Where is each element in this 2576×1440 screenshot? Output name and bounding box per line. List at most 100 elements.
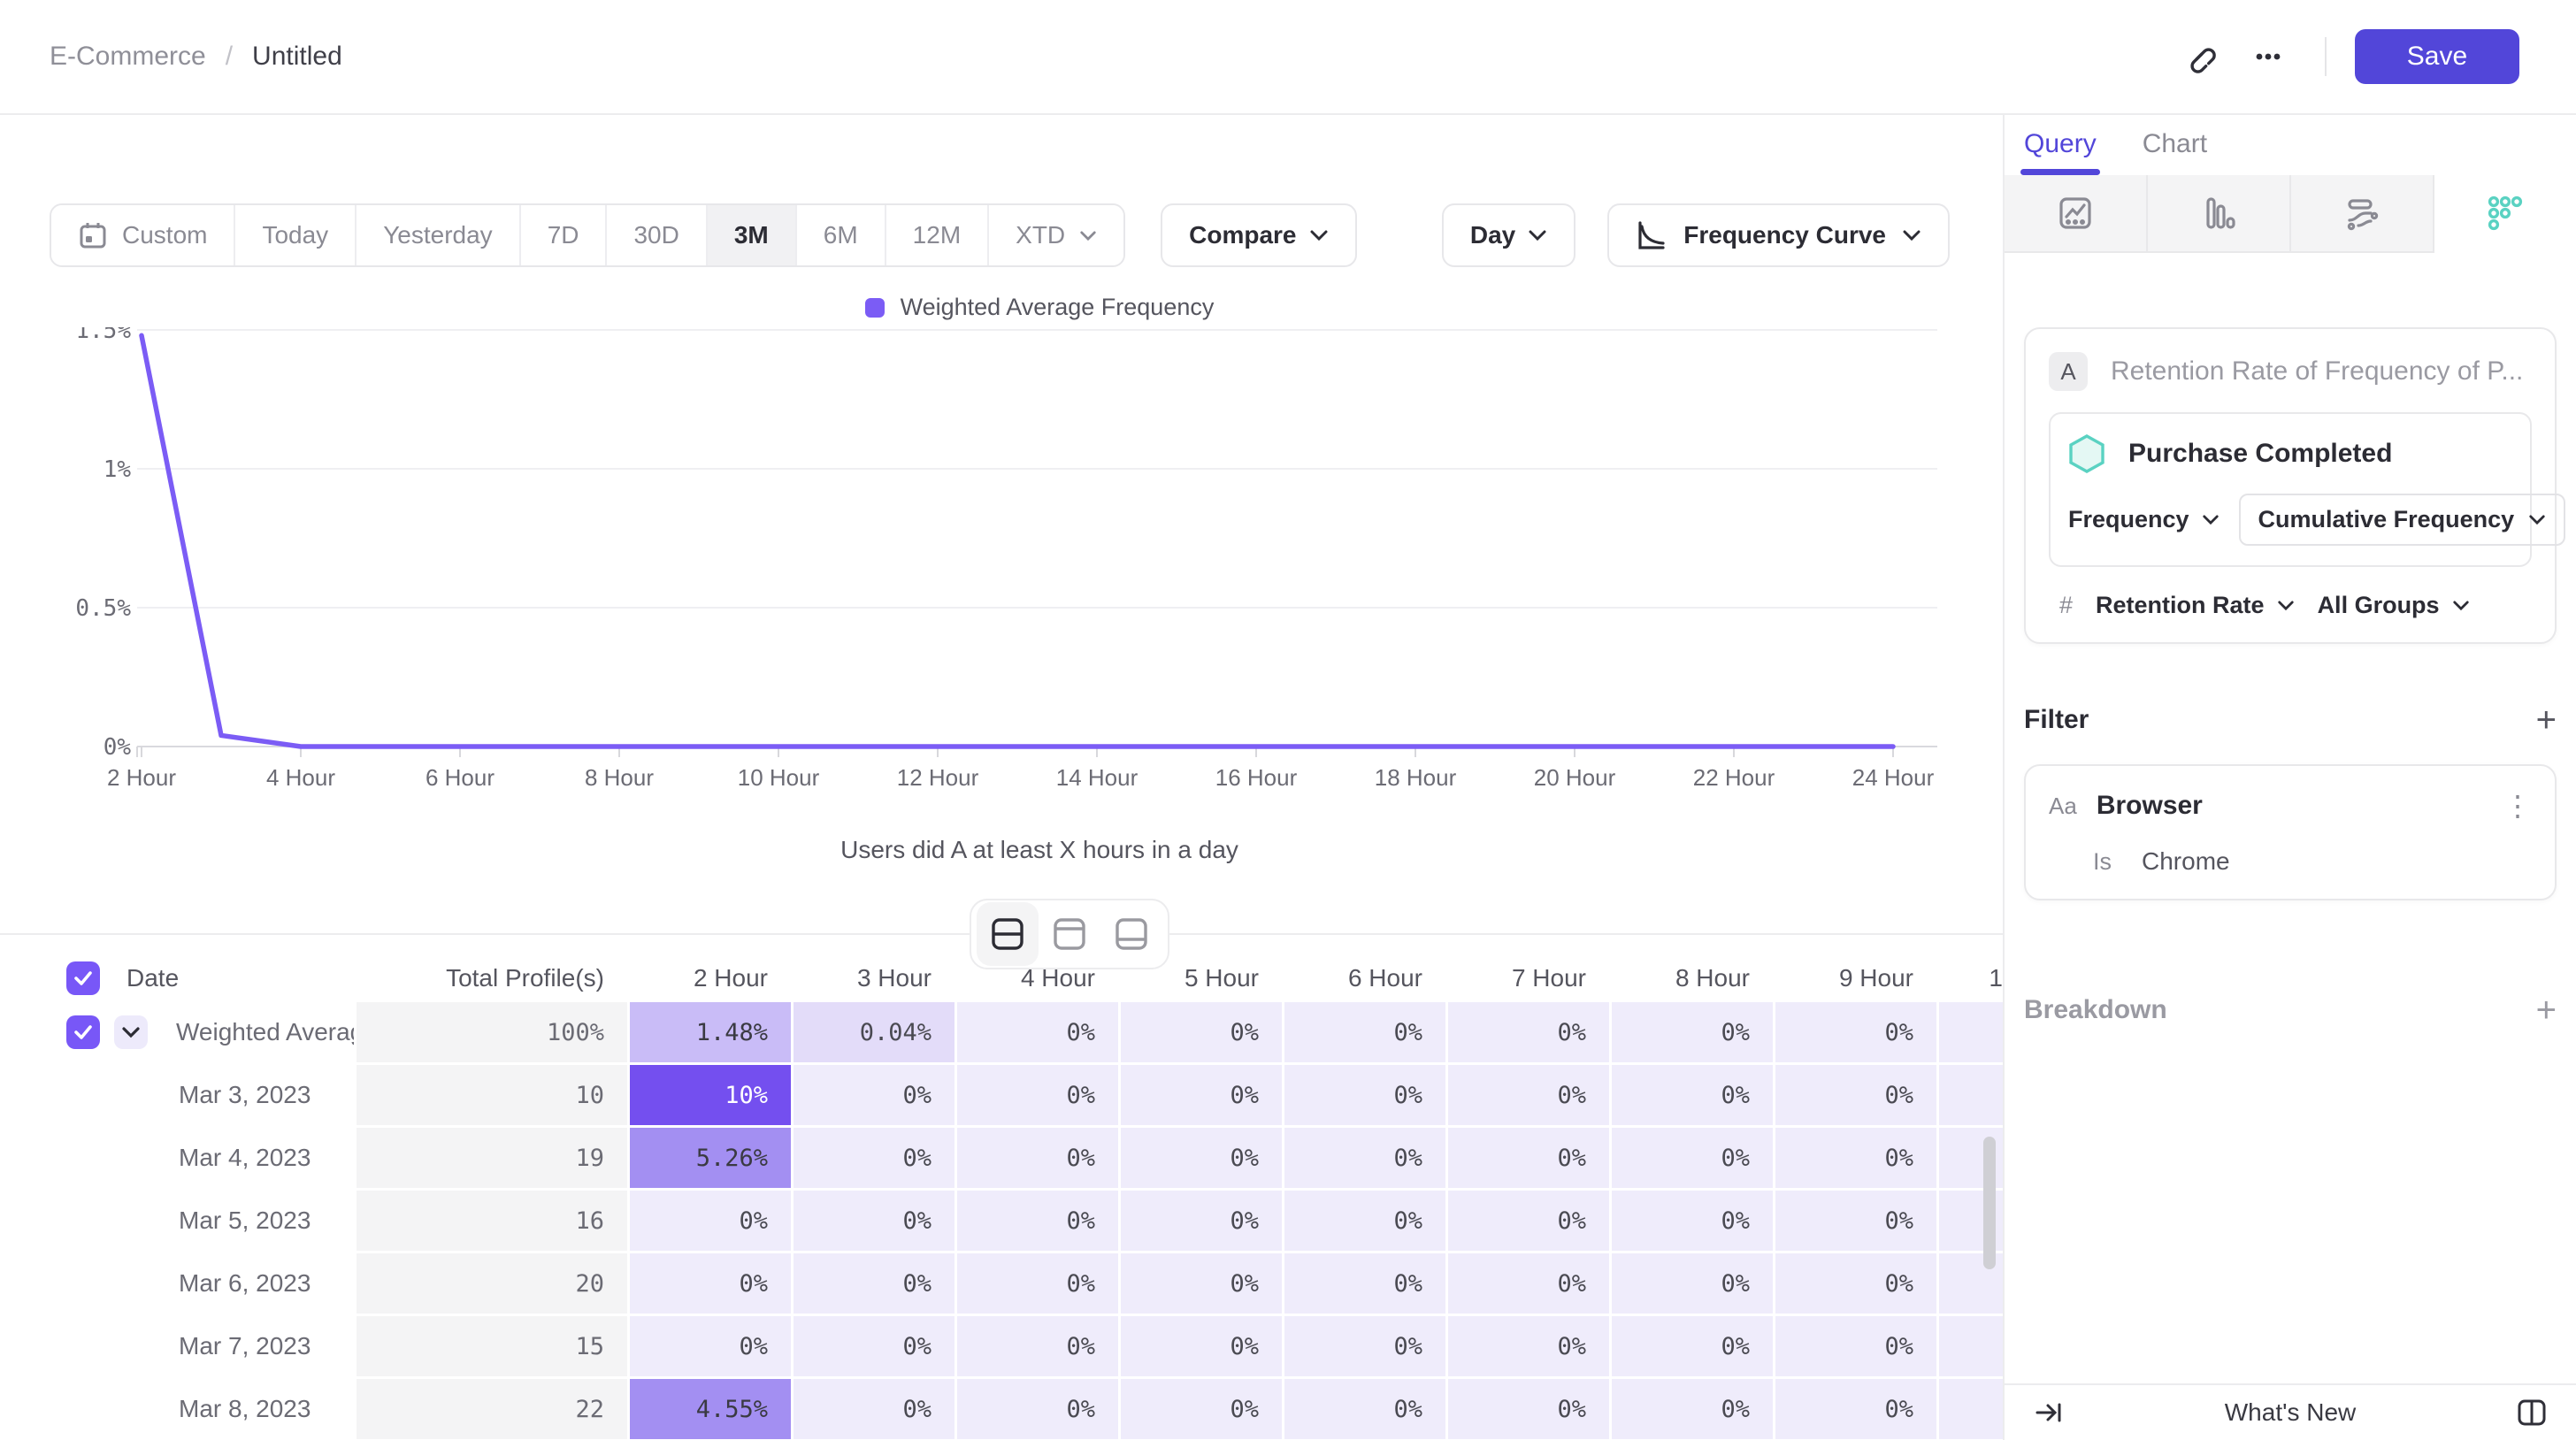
retention-cell[interactable]: 0%	[1284, 1379, 1445, 1439]
retention-cell[interactable]: 0%	[1612, 1065, 1773, 1125]
retention-cell[interactable]: 0.04%	[794, 1002, 954, 1062]
retention-cell[interactable]: 0%	[1284, 1316, 1445, 1376]
retention-cell[interactable]: 0%	[1121, 1191, 1282, 1251]
retention-cell[interactable]: 0%	[794, 1065, 954, 1125]
retention-cell[interactable]: 0%	[957, 1002, 1118, 1062]
retention-cell[interactable]: 0%	[1612, 1379, 1773, 1439]
breadcrumb-report-title[interactable]: Untitled	[252, 42, 342, 72]
event-selector[interactable]: Purchase Completed	[2068, 433, 2512, 474]
select-all-checkbox[interactable]	[66, 961, 100, 995]
groups-dropdown[interactable]: All Groups	[2318, 592, 2470, 619]
column-header[interactable]: 10 Hour	[1939, 964, 2003, 992]
column-header[interactable]: Total Profile(s)	[356, 964, 627, 992]
retention-cell[interactable]: 0%	[1612, 1253, 1773, 1314]
retention-cell[interactable]: 0%	[1448, 1253, 1609, 1314]
retention-cell[interactable]: 0%	[1775, 1002, 1936, 1062]
flow-chart-type-icon[interactable]	[2291, 175, 2434, 253]
range-3m[interactable]: 3M	[708, 205, 797, 265]
granularity-dropdown[interactable]: Day	[1442, 203, 1576, 267]
range-custom[interactable]: Custom	[51, 205, 235, 265]
collapse-sidebar-icon[interactable]	[2028, 1391, 2070, 1434]
retention-cell[interactable]: 0%	[1939, 1002, 2003, 1062]
column-header[interactable]: Date	[0, 961, 354, 995]
retention-cell[interactable]: 0%	[794, 1128, 954, 1188]
row-expander-chevron[interactable]	[114, 1015, 148, 1049]
chart-mode-dropdown[interactable]: Frequency Curve	[1607, 203, 1950, 267]
retention-cell[interactable]: 0%	[1121, 1253, 1282, 1314]
tab-chart[interactable]: Chart	[2143, 129, 2207, 175]
retention-cell[interactable]: 0%	[1284, 1191, 1445, 1251]
retention-cell[interactable]: 0%	[957, 1316, 1118, 1376]
range-today[interactable]: Today	[235, 205, 356, 265]
table-row[interactable]: Mar 6, 2023200%0%0%0%0%0%0%0%0%	[0, 1253, 2003, 1314]
tab-query[interactable]: Query	[2024, 129, 2097, 175]
retention-cell[interactable]: 0%	[1775, 1316, 1936, 1376]
column-header[interactable]: 6 Hour	[1284, 964, 1445, 992]
column-header[interactable]: 3 Hour	[794, 964, 954, 992]
retention-cell[interactable]: 0%	[1612, 1002, 1773, 1062]
more-options-icon[interactable]	[2240, 28, 2296, 85]
retention-cell[interactable]: 0%	[630, 1253, 791, 1314]
retention-cell[interactable]: 5.26%	[630, 1128, 791, 1188]
column-header[interactable]: 8 Hour	[1612, 964, 1773, 992]
table-row[interactable]: Mar 7, 2023150%0%0%0%0%0%0%0%0%	[0, 1316, 2003, 1376]
breadcrumb-project[interactable]: E-Commerce	[50, 42, 206, 72]
retention-cell[interactable]: 0%	[1612, 1191, 1773, 1251]
table-row[interactable]: Weighted Average ...100%1.48%0.04%0%0%0%…	[0, 1002, 2003, 1062]
filter-value[interactable]: Chrome	[2142, 847, 2230, 876]
retention-cell[interactable]: 0%	[1284, 1128, 1445, 1188]
retention-cell[interactable]: 0%	[1612, 1316, 1773, 1376]
retention-cell[interactable]: 0%	[957, 1128, 1118, 1188]
column-header[interactable]: 2 Hour	[630, 964, 791, 992]
retention-cell[interactable]: 0%	[1775, 1065, 1936, 1125]
retention-cell[interactable]: 0%	[1448, 1128, 1609, 1188]
retention-cell[interactable]: 0%	[794, 1191, 954, 1251]
compare-button[interactable]: Compare	[1161, 203, 1356, 267]
retention-cell[interactable]: 0%	[1448, 1191, 1609, 1251]
frequency-type-dropdown[interactable]: Cumulative Frequency	[2239, 494, 2566, 546]
retention-cell[interactable]: 0%	[630, 1316, 791, 1376]
range-7d[interactable]: 7D	[521, 205, 608, 265]
retention-cell[interactable]: 0%	[1284, 1002, 1445, 1062]
split-view-toggle[interactable]	[977, 902, 1039, 966]
retention-cell[interactable]: 0%	[957, 1065, 1118, 1125]
retention-cell[interactable]: 0%	[957, 1253, 1118, 1314]
retention-cell[interactable]: 0%	[1448, 1065, 1609, 1125]
retention-cell[interactable]: 0%	[1939, 1065, 2003, 1125]
filter-property[interactable]: Browser	[2097, 791, 2484, 821]
save-button[interactable]: Save	[2355, 29, 2519, 84]
retention-cell[interactable]: 0%	[794, 1379, 954, 1439]
retention-cell[interactable]: 0%	[1775, 1379, 1936, 1439]
insights-chart-type-icon[interactable]	[2005, 175, 2148, 253]
retention-chart-type-icon[interactable]	[2434, 175, 2576, 253]
query-title-input[interactable]: Retention Rate of Frequency of P...	[2111, 356, 2523, 387]
retention-cell[interactable]: 0%	[1284, 1253, 1445, 1314]
retention-cell[interactable]: 0%	[957, 1379, 1118, 1439]
retention-cell[interactable]: 10%	[630, 1065, 791, 1125]
retention-cell[interactable]: 0%	[794, 1253, 954, 1314]
table-only-view-toggle[interactable]	[1100, 902, 1162, 966]
filter-operator[interactable]: Is	[2093, 848, 2112, 876]
range-yesterday[interactable]: Yesterday	[356, 205, 521, 265]
frequency-line-chart[interactable]: 1.5%1%0.5%0%2 Hour4 Hour6 Hour8 Hour10 H…	[0, 327, 2003, 938]
retention-cell[interactable]: 0%	[630, 1191, 791, 1251]
filter-kebab-menu-icon[interactable]: ⋮	[2503, 789, 2532, 823]
retention-cell[interactable]: 4.55%	[630, 1379, 791, 1439]
bar-chart-type-icon[interactable]	[2148, 175, 2291, 253]
retention-cell[interactable]: 1.48%	[630, 1002, 791, 1062]
retention-cell[interactable]: 0%	[1939, 1316, 2003, 1376]
retention-cell[interactable]: 0%	[1448, 1002, 1609, 1062]
column-header[interactable]: 9 Hour	[1775, 964, 1936, 992]
retention-cell[interactable]: 0%	[1448, 1316, 1609, 1376]
retention-cell[interactable]: 0%	[1939, 1379, 2003, 1439]
range-xtd[interactable]: XTD	[989, 205, 1123, 265]
table-vertical-scrollbar[interactable]	[1983, 1137, 1996, 1269]
retention-cell[interactable]: 0%	[794, 1316, 954, 1376]
add-filter-button[interactable]: +	[2536, 702, 2557, 738]
retention-cell[interactable]: 0%	[1448, 1379, 1609, 1439]
row-checkbox[interactable]	[66, 1015, 100, 1049]
table-row[interactable]: Mar 5, 2023160%0%0%0%0%0%0%0%0%	[0, 1191, 2003, 1251]
measure-dropdown[interactable]: Frequency	[2068, 506, 2220, 533]
table-row[interactable]: Mar 4, 2023195.26%0%0%0%0%0%0%0%0%	[0, 1128, 2003, 1188]
metric-dropdown[interactable]: Retention Rate	[2096, 592, 2295, 619]
